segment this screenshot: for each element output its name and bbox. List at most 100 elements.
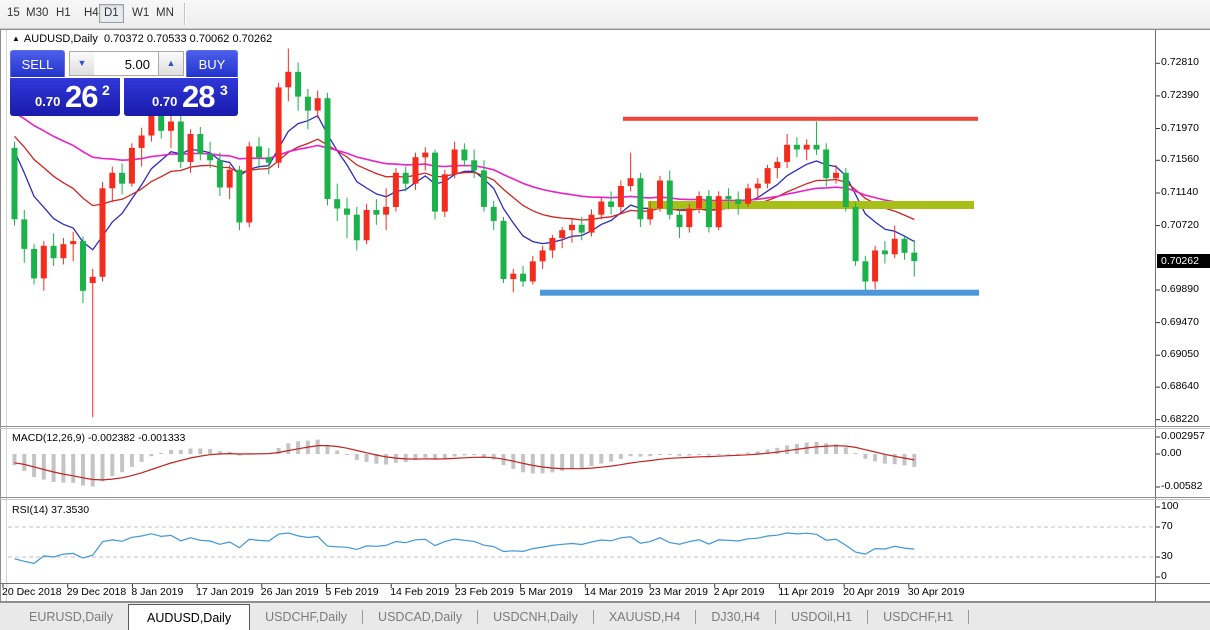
candle-body bbox=[227, 170, 233, 188]
candle-body bbox=[12, 148, 18, 219]
rsi-axis-label: 100 bbox=[1161, 500, 1179, 512]
timeframe-button-d1[interactable]: D1 bbox=[99, 4, 124, 23]
macd-histogram-bar bbox=[629, 454, 633, 456]
macd-histogram-bar bbox=[717, 454, 721, 455]
timeframe-button-mn[interactable]: MN bbox=[152, 5, 178, 22]
candle-body bbox=[794, 145, 800, 150]
candle-body bbox=[618, 186, 624, 207]
macd-histogram-bar bbox=[785, 445, 789, 454]
candle-body bbox=[833, 173, 839, 178]
support-line-blue[interactable] bbox=[540, 290, 979, 296]
macd-histogram-bar bbox=[149, 454, 153, 456]
chart-tab-xauusd-h4[interactable]: XAUUSD,H4 bbox=[594, 603, 696, 630]
one-click-trading-panel: SELL ▼ 5.00 ▲ BUY 0.70 26 2 0.70 28 3 bbox=[10, 50, 238, 145]
candle-body bbox=[41, 246, 47, 279]
chart-tab-dj30-h4[interactable]: DJ30,H4 bbox=[696, 603, 775, 630]
candle-body bbox=[667, 181, 673, 215]
macd-histogram-bar bbox=[873, 454, 877, 461]
date-label: 20 Dec 2018 bbox=[2, 586, 62, 598]
chart-tab-usdchf-h1[interactable]: USDCHF,H1 bbox=[868, 603, 968, 630]
macd-histogram-bar bbox=[120, 454, 124, 472]
resistance-line-red[interactable] bbox=[623, 117, 978, 121]
date-label: 17 Jan 2019 bbox=[196, 586, 254, 598]
candle-body bbox=[716, 196, 722, 227]
volume-decrease-button[interactable]: ▼ bbox=[69, 51, 95, 76]
chart-tab-bar: EURUSD,DailyAUDUSD,DailyUSDCHF,DailyUSDC… bbox=[0, 602, 1210, 630]
macd-histogram-bar bbox=[101, 454, 105, 481]
sell-price-point: 2 bbox=[102, 82, 110, 98]
toolbar-separator bbox=[184, 3, 186, 25]
macd-histogram-bar bbox=[492, 454, 496, 460]
date-label: 14 Mar 2019 bbox=[584, 586, 643, 598]
chart-tab-usdcnh-daily[interactable]: USDCNH,Daily bbox=[478, 603, 593, 630]
chart-tab-usdchf-daily[interactable]: USDCHF,Daily bbox=[250, 603, 362, 630]
date-label: 8 Jan 2019 bbox=[131, 586, 183, 598]
timeframe-button-15[interactable]: 15 bbox=[3, 5, 24, 22]
candle-body bbox=[51, 246, 57, 258]
buy-price-pips: 28 bbox=[182, 79, 214, 115]
macd-histogram-bar bbox=[638, 454, 642, 457]
macd-histogram-bar bbox=[42, 454, 46, 480]
date-label: 14 Feb 2019 bbox=[390, 586, 449, 598]
macd-histogram-bar bbox=[384, 454, 388, 465]
chart-tab-usdcad-daily[interactable]: USDCAD,Daily bbox=[363, 603, 477, 630]
macd-histogram-bar bbox=[286, 443, 290, 454]
price-axis-label: 0.72390 bbox=[1161, 89, 1199, 101]
chart-tab-eurusd-daily[interactable]: EURUSD,Daily bbox=[14, 603, 128, 630]
candle-body bbox=[129, 148, 135, 184]
volume-input[interactable]: 5.00 bbox=[94, 51, 158, 76]
candle-body bbox=[403, 173, 409, 184]
candle-body bbox=[413, 157, 419, 183]
price-axis-label: 0.72810 bbox=[1161, 56, 1199, 68]
macd-histogram-bar bbox=[52, 454, 56, 482]
macd-histogram-bar bbox=[335, 450, 339, 454]
candle-body bbox=[530, 261, 536, 281]
candle-body bbox=[784, 145, 790, 162]
price-axis-label: 0.71970 bbox=[1161, 122, 1199, 134]
date-label: 29 Dec 2018 bbox=[67, 586, 127, 598]
candle-body bbox=[872, 250, 878, 281]
candle-body bbox=[422, 153, 428, 158]
candle-body bbox=[305, 97, 311, 111]
price-axis-label: 0.70720 bbox=[1161, 219, 1199, 231]
timeframe-button-w1[interactable]: W1 bbox=[128, 5, 153, 22]
macd-histogram-bar bbox=[130, 454, 134, 467]
buy-price-display[interactable]: 0.70 28 3 bbox=[124, 78, 238, 116]
macd-histogram-bar bbox=[91, 454, 95, 487]
macd-histogram-bar bbox=[648, 454, 652, 456]
macd-histogram-bar bbox=[208, 449, 212, 454]
sell-button[interactable]: SELL bbox=[10, 50, 65, 77]
timeframe-button-m30[interactable]: M30 bbox=[22, 5, 52, 22]
rsi-axis-label: 70 bbox=[1161, 520, 1173, 532]
timeframe-button-h1[interactable]: H1 bbox=[52, 5, 75, 22]
macd-histogram-bar bbox=[355, 454, 359, 460]
sell-price-display[interactable]: 0.70 26 2 bbox=[10, 78, 120, 116]
candle-body bbox=[31, 249, 37, 279]
price-axis-label: 0.71140 bbox=[1161, 186, 1198, 198]
macd-histogram-bar bbox=[844, 447, 848, 454]
collapse-arrow-icon[interactable]: ▲ bbox=[12, 34, 20, 43]
chart-tab-audusd-daily[interactable]: AUDUSD,Daily bbox=[128, 604, 250, 630]
candle-body bbox=[765, 168, 771, 184]
macd-histogram-bar bbox=[775, 448, 779, 454]
candle-body bbox=[501, 221, 507, 279]
volume-increase-button[interactable]: ▲ bbox=[158, 51, 184, 76]
sell-price-pips: 26 bbox=[65, 79, 97, 115]
macd-axis-label: 0.002957 bbox=[1161, 430, 1205, 442]
candle-body bbox=[70, 241, 76, 244]
candle-body bbox=[491, 207, 497, 221]
candle-body bbox=[21, 219, 27, 249]
date-label: 5 Mar 2019 bbox=[520, 586, 573, 598]
candle-body bbox=[882, 250, 888, 254]
candle-body bbox=[843, 173, 849, 207]
candle-body bbox=[217, 160, 223, 187]
macd-histogram-bar bbox=[296, 441, 300, 454]
buy-button[interactable]: BUY bbox=[186, 50, 238, 77]
candle-body bbox=[706, 196, 712, 227]
candle-body bbox=[364, 210, 370, 240]
macd-histogram-bar bbox=[61, 454, 65, 483]
candle-body bbox=[383, 207, 389, 215]
chart-tab-usdoil-h1[interactable]: USDOil,H1 bbox=[776, 603, 867, 630]
date-label: 20 Apr 2019 bbox=[843, 586, 900, 598]
candle-body bbox=[823, 150, 829, 179]
